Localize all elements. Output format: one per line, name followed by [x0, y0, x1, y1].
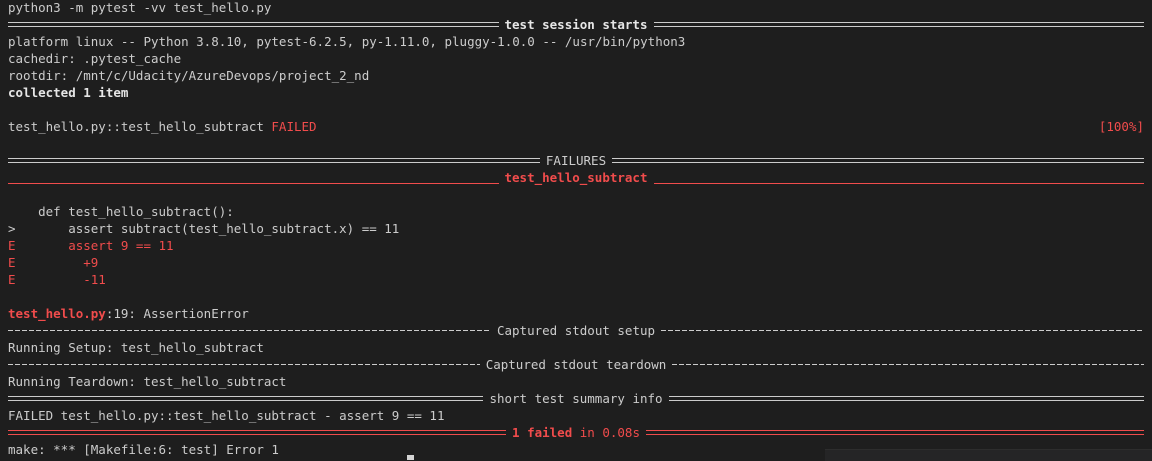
result-failed: 1 failed: [512, 425, 573, 440]
test-id: test_hello.py::test_hello_subtract: [8, 119, 264, 134]
stdout-teardown-text: Running Teardown: test_hello_subtract: [8, 374, 287, 389]
test-progress: [100%]: [1098, 119, 1144, 134]
separator-rule: [653, 169, 1144, 186]
separator-rule: [653, 20, 1144, 29]
error-file: test_hello.py: [8, 306, 106, 321]
stdout-teardown-separator: Captured stdout teardown: [8, 356, 1144, 373]
session-separator: test session starts: [8, 16, 1144, 33]
text-cursor: [407, 455, 414, 460]
result-separator: 1 failed in 0.08s: [8, 424, 1145, 441]
result-summary: 1 failed in 0.08s: [506, 424, 646, 441]
failure-name: test_hello_subtract: [504, 170, 648, 185]
result-time: in 0.08s: [572, 425, 640, 440]
error-location-line: test_hello.py:19: AssertionError: [8, 305, 1144, 322]
separator-rule: [645, 428, 1145, 437]
test-result-left: test_hello.py::test_hello_subtract FAILE…: [8, 118, 317, 135]
error-line: E +9: [8, 255, 99, 270]
failures-separator: FAILURES: [8, 152, 1144, 169]
failure-name-separator: test_hello_subtract: [8, 169, 1144, 186]
separator-rule: [8, 169, 499, 186]
test-result-row: test_hello.py::test_hello_subtract FAILE…: [8, 118, 1144, 135]
platform-line: platform linux -- Python 3.8.10, pytest-…: [8, 34, 686, 49]
separator-rule: [8, 428, 507, 437]
stdout-teardown-header: Captured stdout teardown: [485, 357, 667, 372]
separator-rule: [8, 156, 540, 165]
command-line: python3 -m pytest -vv test_hello.py: [8, 0, 272, 15]
separator-rule: [661, 322, 1145, 339]
terminal-output[interactable]: python3 -m pytest -vv test_hello.py test…: [8, 0, 1145, 458]
stdout-setup-header: Captured stdout setup: [496, 323, 656, 338]
error-line: E -11: [8, 272, 106, 287]
error-line: E assert 9 == 11: [8, 238, 174, 253]
separator-rule: [8, 20, 499, 29]
rootdir-line: rootdir: /mnt/c/Udacity/AzureDevops/proj…: [8, 68, 370, 83]
summary-separator: short test summary info: [8, 390, 1144, 407]
collected-line: collected 1 item: [8, 85, 129, 100]
session-header: test session starts: [504, 17, 648, 32]
separator-rule: [672, 356, 1144, 373]
separator-rule: [8, 356, 480, 373]
separator-rule: [8, 394, 484, 403]
error-location: :19: AssertionError: [105, 306, 249, 321]
separator-rule: [668, 394, 1144, 403]
cachedir-line: cachedir: .pytest_cache: [8, 51, 182, 66]
panel-edge: [825, 449, 1152, 461]
stdout-setup-separator: Captured stdout setup: [8, 322, 1145, 339]
code-line: def test_hello_subtract():: [8, 204, 234, 219]
test-status: FAILED: [271, 119, 317, 134]
code-line: > assert subtract(test_hello_subtract.x)…: [8, 221, 400, 236]
summary-line: FAILED test_hello.py::test_hello_subtrac…: [8, 408, 445, 423]
stdout-setup-text: Running Setup: test_hello_subtract: [8, 340, 264, 355]
separator-rule: [612, 156, 1144, 165]
separator-rule: [8, 322, 491, 339]
summary-header: short test summary info: [489, 391, 663, 406]
failures-header: FAILURES: [545, 153, 607, 168]
